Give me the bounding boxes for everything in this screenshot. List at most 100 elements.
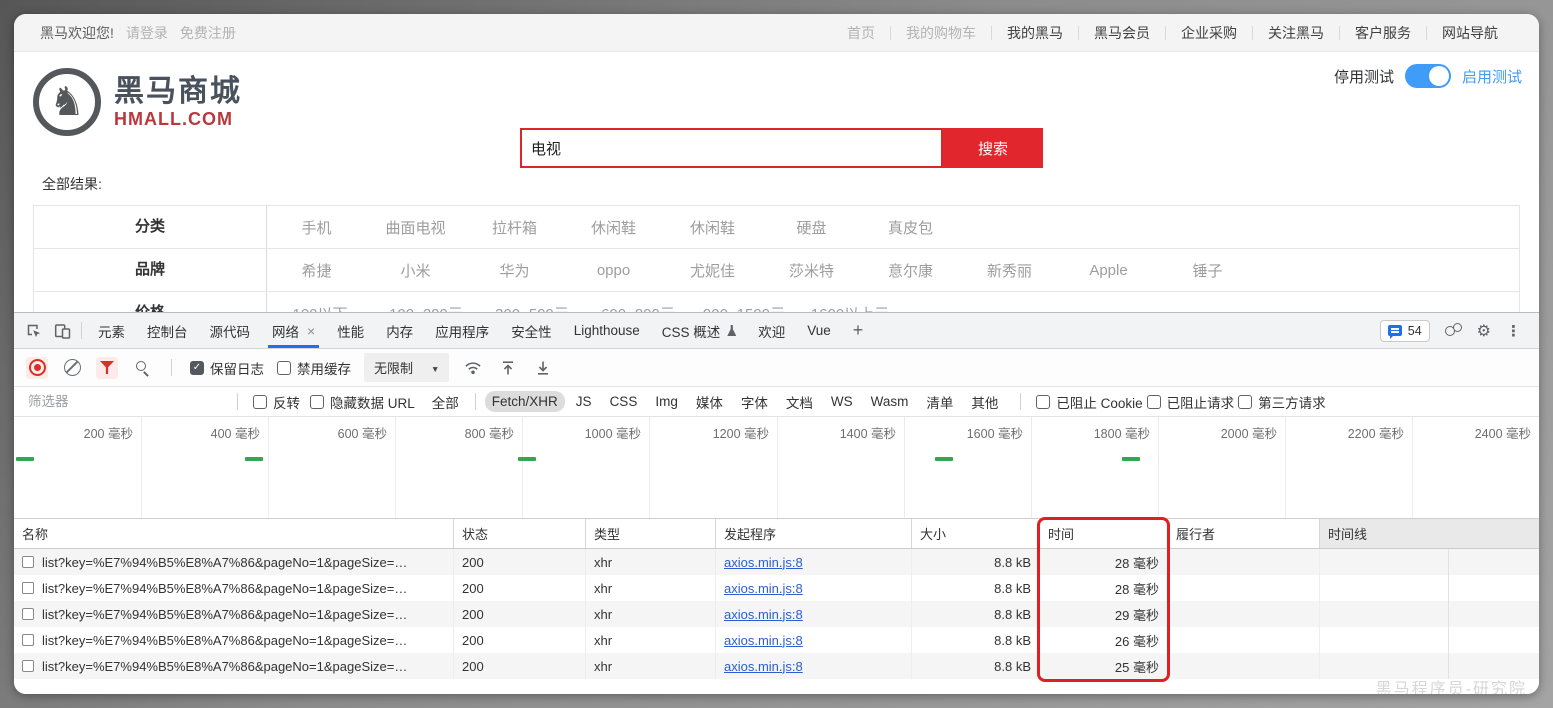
initiator-link[interactable]: axios.min.js:8	[724, 607, 803, 622]
network-conditions-button[interactable]	[462, 357, 484, 379]
search-input[interactable]	[520, 128, 943, 168]
preserve-log-checkbox[interactable]	[190, 360, 204, 375]
topnav-item[interactable]: 企业采购	[1165, 25, 1252, 40]
close-icon[interactable]	[307, 323, 315, 339]
topnav-item[interactable]: 首页	[832, 26, 890, 40]
issues-icon[interactable]	[1444, 323, 1462, 338]
topnav-item[interactable]: 我的购物车	[890, 25, 991, 40]
disable-cache-label[interactable]: 禁用缓存	[297, 358, 351, 378]
filter-option[interactable]: 莎米特	[762, 260, 861, 281]
filter-option[interactable]: 手机	[267, 217, 366, 238]
column-header[interactable]: 状态	[454, 519, 586, 548]
blocked-cookies-checkbox[interactable]	[1036, 394, 1051, 409]
hide-data-urls-label[interactable]: 隐藏数据 URL	[330, 392, 415, 412]
blocked-requests-checkbox[interactable]	[1146, 394, 1161, 409]
toggle-switch[interactable]	[1404, 64, 1451, 88]
tab-lighthouse[interactable]: Lighthouse	[563, 313, 651, 348]
filter-option[interactable]: 意尔康	[861, 260, 960, 281]
tab-memory[interactable]: 内存	[375, 313, 424, 348]
export-har-icon[interactable]	[532, 357, 554, 379]
filter-type[interactable]: CSS	[603, 391, 645, 412]
filter-option[interactable]: 希捷	[267, 260, 366, 281]
network-request-row[interactable]: list?key=%E7%94%B5%E8%A7%86&pageNo=1&pag…	[14, 549, 1539, 575]
filter-type[interactable]: 文档	[779, 389, 820, 415]
tab-elements[interactable]: 元素	[87, 313, 136, 348]
tab-console[interactable]: 控制台	[136, 313, 199, 348]
throttling-select[interactable]: 无限制	[364, 353, 450, 382]
filter-type[interactable]: 清单	[919, 389, 960, 415]
login-link[interactable]: 请登录	[126, 23, 168, 43]
request-checkbox[interactable]	[22, 556, 34, 568]
tab-network[interactable]: 网络	[261, 313, 326, 348]
tab-security[interactable]: 安全性	[500, 313, 563, 348]
third-party-requests-checkbox[interactable]	[1238, 394, 1253, 409]
filter-option[interactable]: 拉杆箱	[465, 217, 564, 238]
filter-option[interactable]: 硬盘	[762, 217, 861, 238]
tab-application[interactable]: 应用程序	[424, 313, 500, 348]
tab-sources[interactable]: 源代码	[199, 313, 262, 348]
tab-vue[interactable]: Vue	[796, 313, 842, 348]
search-button[interactable]: 搜索	[943, 128, 1043, 168]
filter-option[interactable]: 华为	[465, 260, 564, 281]
initiator-link[interactable]: axios.min.js:8	[724, 633, 803, 648]
filter-option[interactable]: oppo	[564, 262, 663, 279]
topnav-item[interactable]: 黑马会员	[1078, 25, 1165, 40]
kebab-menu-icon[interactable]	[1506, 322, 1521, 340]
request-checkbox[interactable]	[22, 660, 34, 672]
clear-button[interactable]	[61, 357, 83, 379]
toggle-on-label[interactable]: 启用测试	[1462, 66, 1522, 87]
column-header[interactable]: 类型	[586, 519, 716, 548]
initiator-link[interactable]: axios.min.js:8	[724, 555, 803, 570]
filter-toggle-button[interactable]	[96, 356, 118, 379]
register-link[interactable]: 免费注册	[180, 23, 236, 43]
tab-css-overview[interactable]: CSS 概述	[651, 313, 748, 348]
filter-type[interactable]: Wasm	[864, 391, 916, 412]
request-checkbox[interactable]	[22, 608, 34, 620]
tab-performance[interactable]: 性能	[326, 313, 375, 348]
device-toolbar-icon[interactable]	[48, 317, 76, 345]
filter-type[interactable]: JS	[569, 391, 599, 412]
column-header[interactable]: 大小	[912, 519, 1040, 548]
request-checkbox[interactable]	[22, 634, 34, 646]
import-har-icon[interactable]	[497, 357, 519, 379]
column-header[interactable]: 时间线	[1320, 519, 1539, 548]
preserve-log-label[interactable]: 保留日志	[210, 358, 264, 378]
filter-type[interactable]: Fetch/XHR	[484, 391, 565, 412]
gear-icon[interactable]	[1477, 321, 1491, 341]
checkbox-label[interactable]: 第三方请求	[1258, 392, 1326, 412]
network-request-row[interactable]: list?key=%E7%94%B5%E8%A7%86&pageNo=1&pag…	[14, 627, 1539, 653]
filter-option[interactable]: 曲面电视	[366, 217, 465, 238]
topnav-item[interactable]: 关注黑马	[1252, 25, 1339, 40]
request-checkbox[interactable]	[22, 582, 34, 594]
column-header[interactable]: 名称	[14, 519, 454, 548]
filter-option[interactable]: 尤妮佳	[663, 260, 762, 281]
checkbox-label[interactable]: 已阻止 Cookie	[1056, 392, 1142, 412]
filter-type[interactable]: 媒体	[689, 389, 730, 415]
filter-type[interactable]: 其他	[964, 389, 1005, 415]
logo[interactable]: 黑马商城 HMALL.COM	[33, 68, 242, 136]
topnav-item[interactable]: 网站导航	[1426, 25, 1513, 40]
filter-option[interactable]: 休闲鞋	[663, 217, 762, 238]
column-header[interactable]: 履行者	[1168, 519, 1320, 548]
filter-type[interactable]: WS	[824, 391, 860, 412]
network-request-row[interactable]: list?key=%E7%94%B5%E8%A7%86&pageNo=1&pag…	[14, 653, 1539, 679]
column-header[interactable]: 时间	[1040, 519, 1168, 548]
invert-checkbox[interactable]	[253, 394, 267, 409]
filter-type[interactable]: Img	[648, 391, 685, 412]
network-overview-timeline[interactable]: 200 毫秒 400 毫秒 600 毫秒 800 毫秒 1000 毫秒 1200 毫秒 14…	[14, 417, 1539, 519]
initiator-link[interactable]: axios.min.js:8	[724, 581, 803, 596]
filter-option[interactable]: 休闲鞋	[564, 217, 663, 238]
filter-input[interactable]	[26, 393, 222, 410]
filter-option[interactable]: 真皮包	[861, 217, 960, 238]
inspect-icon[interactable]	[20, 317, 48, 345]
filter-option[interactable]: 锤子	[1158, 260, 1257, 281]
add-tab-button[interactable]: +	[842, 313, 875, 348]
disable-cache-checkbox[interactable]	[277, 360, 291, 375]
topnav-item[interactable]: 我的黑马	[991, 25, 1078, 40]
topnav-item[interactable]: 客户服务	[1339, 25, 1426, 40]
console-messages-button[interactable]: 54	[1379, 319, 1430, 342]
initiator-link[interactable]: axios.min.js:8	[724, 659, 803, 674]
record-button[interactable]	[26, 356, 48, 379]
network-request-row[interactable]: list?key=%E7%94%B5%E8%A7%86&pageNo=1&pag…	[14, 575, 1539, 601]
filter-option[interactable]: Apple	[1059, 262, 1158, 279]
